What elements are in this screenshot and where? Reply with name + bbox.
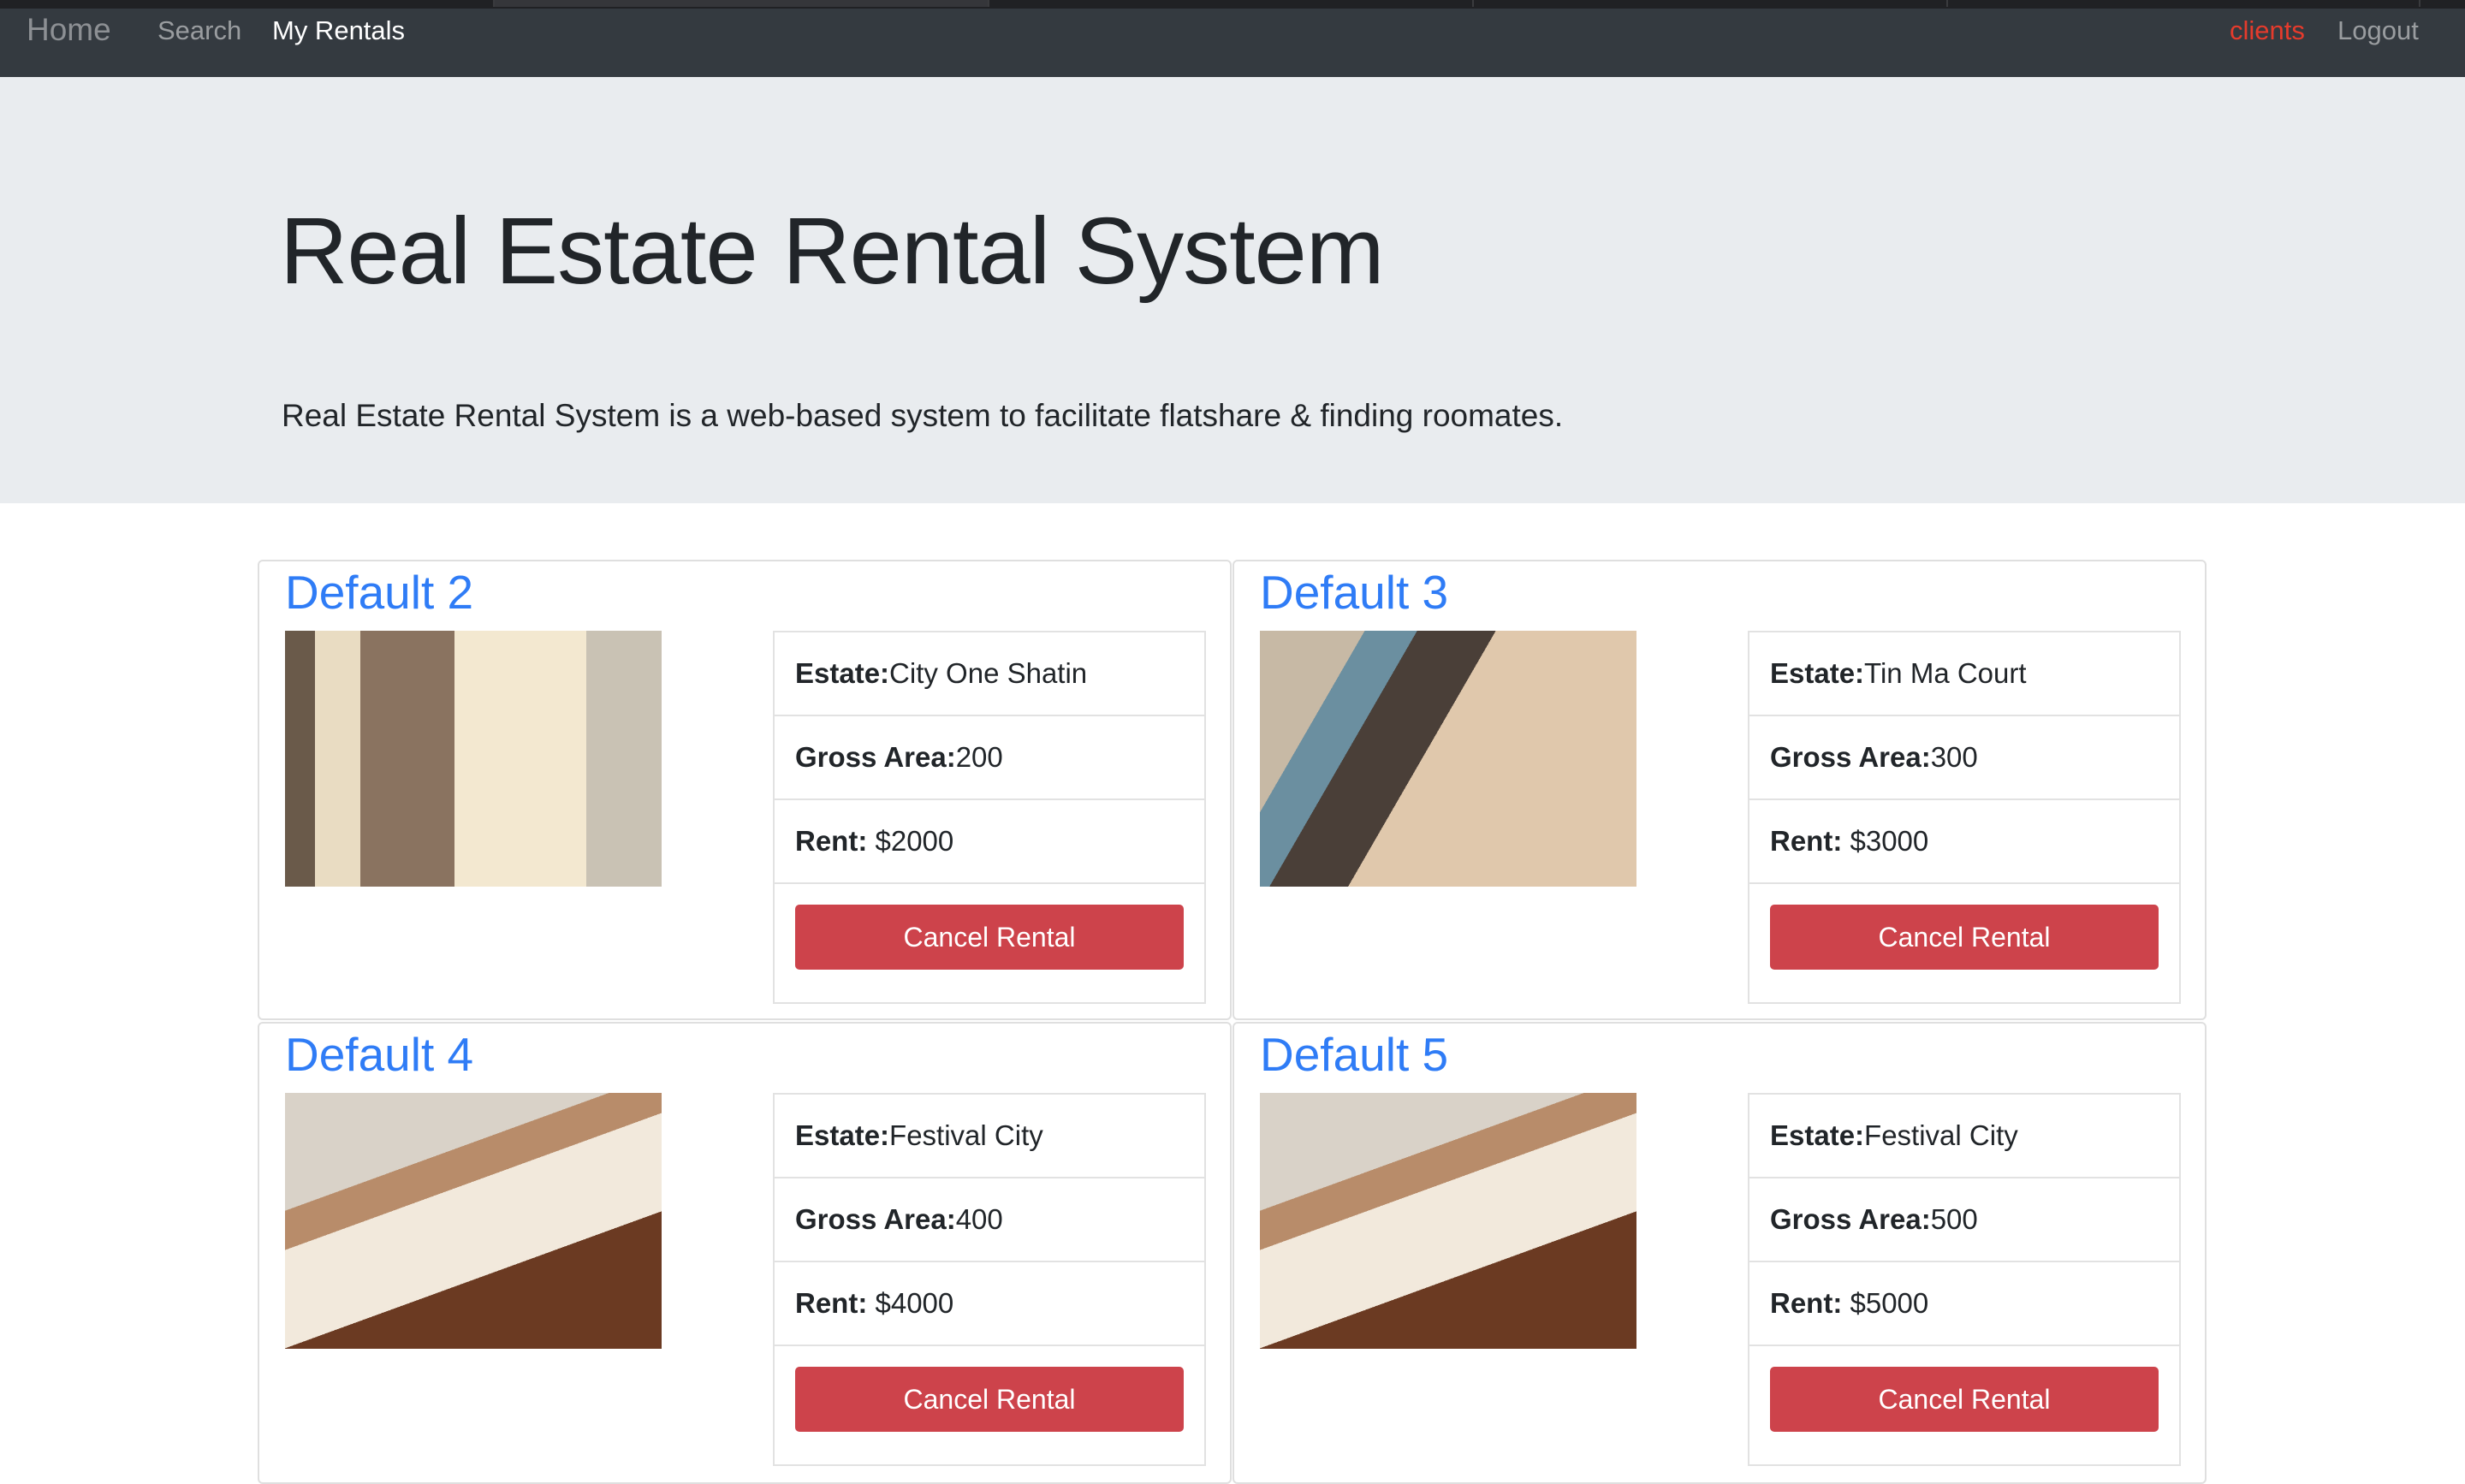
rent-row: Rent: $5000 (1749, 1262, 2179, 1346)
page-subtitle: Real Estate Rental System is a web-based… (282, 398, 1564, 433)
cancel-rental-button[interactable]: Cancel Rental (1770, 1367, 2159, 1432)
gross-area-label: Gross Area: (1770, 741, 1931, 773)
estate-value: City One Shatin (889, 657, 1088, 689)
gross-area-value: 300 (1930, 741, 1978, 773)
gross-area-row: Gross Area: 200 (775, 716, 1204, 800)
jumbotron: Real Estate Rental System Real Estate Re… (0, 77, 2465, 503)
rental-photo (1260, 631, 1636, 887)
action-row: Cancel Rental (775, 884, 1204, 1002)
gross-area-row: Gross Area: 400 (775, 1178, 1204, 1262)
estate-row: Estate: City One Shatin (775, 632, 1204, 716)
cancel-rental-button[interactable]: Cancel Rental (1770, 905, 2159, 970)
rent-row: Rent: $4000 (775, 1262, 1204, 1346)
estate-value: Festival City (889, 1119, 1043, 1151)
nav-my-rentals[interactable]: My Rentals (272, 15, 405, 46)
estate-value: Festival City (1864, 1119, 2018, 1151)
rent-row: Rent: $2000 (775, 800, 1204, 884)
gross-area-value: 400 (955, 1203, 1003, 1235)
rental-photo (1260, 1093, 1636, 1349)
cancel-rental-button[interactable]: Cancel Rental (795, 905, 1184, 970)
estate-label: Estate: (795, 657, 890, 689)
estate-row: Estate: Festival City (775, 1095, 1204, 1178)
page-title: Real Estate Rental System (280, 199, 1384, 304)
rental-title[interactable]: Default 2 (285, 565, 473, 620)
gross-area-value: 500 (1930, 1203, 1978, 1235)
estate-label: Estate: (1770, 1119, 1865, 1151)
gross-area-row: Gross Area: 300 (1749, 716, 2179, 800)
rental-title[interactable]: Default 4 (285, 1027, 473, 1082)
rental-photo (285, 631, 662, 887)
rental-card: Default 3 Estate: Tin Ma Court Gross Area… (1232, 560, 2207, 1020)
gross-area-label: Gross Area: (795, 741, 956, 773)
nav-home[interactable]: Home (27, 12, 111, 48)
browser-tab-strip (0, 0, 2465, 9)
gross-area-label: Gross Area: (795, 1203, 956, 1235)
estate-label: Estate: (795, 1119, 890, 1151)
nav-user[interactable]: clients (2230, 15, 2305, 46)
estate-value: Tin Ma Court (1864, 657, 2027, 689)
rent-label: Rent: (795, 1287, 868, 1319)
estate-row: Estate: Festival City (1749, 1095, 2179, 1178)
rental-card: Default 2 Estate: City One Shatin Gross A… (258, 560, 1232, 1020)
rental-card: Default 5 Estate: Festival City Gross Are… (1232, 1022, 2207, 1484)
nav-search[interactable]: Search (157, 15, 241, 46)
gross-area-value: 200 (955, 741, 1003, 773)
gross-area-label: Gross Area: (1770, 1203, 1931, 1235)
rent-label: Rent: (795, 825, 868, 857)
rental-details: Estate: City One Shatin Gross Area: 200 Re… (773, 631, 1206, 1004)
rent-label: Rent: (1770, 1287, 1843, 1319)
rental-details: Estate: Festival City Gross Area: 500 Rent… (1748, 1093, 2181, 1466)
rent-label: Rent: (1770, 825, 1843, 857)
rental-details: Estate: Festival City Gross Area: 400 Rent… (773, 1093, 1206, 1466)
rent-row: Rent: $3000 (1749, 800, 2179, 884)
rental-title[interactable]: Default 5 (1260, 1027, 1448, 1082)
action-row: Cancel Rental (1749, 884, 2179, 1002)
rent-value: $2000 (867, 825, 954, 857)
action-row: Cancel Rental (775, 1346, 1204, 1464)
rental-card: Default 4 Estate: Festival City Gross Are… (258, 1022, 1232, 1484)
estate-row: Estate: Tin Ma Court (1749, 632, 2179, 716)
action-row: Cancel Rental (1749, 1346, 2179, 1464)
rent-value: $5000 (1842, 1287, 1929, 1319)
rental-title[interactable]: Default 3 (1260, 565, 1448, 620)
gross-area-row: Gross Area: 500 (1749, 1178, 2179, 1262)
estate-label: Estate: (1770, 657, 1865, 689)
navbar: Home Search My Rentals clients Logout (0, 9, 2465, 77)
cancel-rental-button[interactable]: Cancel Rental (795, 1367, 1184, 1432)
rent-value: $3000 (1842, 825, 1929, 857)
rental-details: Estate: Tin Ma Court Gross Area: 300 Rent:… (1748, 631, 2181, 1004)
rental-photo (285, 1093, 662, 1349)
rent-value: $4000 (867, 1287, 954, 1319)
nav-logout[interactable]: Logout (2337, 15, 2419, 46)
